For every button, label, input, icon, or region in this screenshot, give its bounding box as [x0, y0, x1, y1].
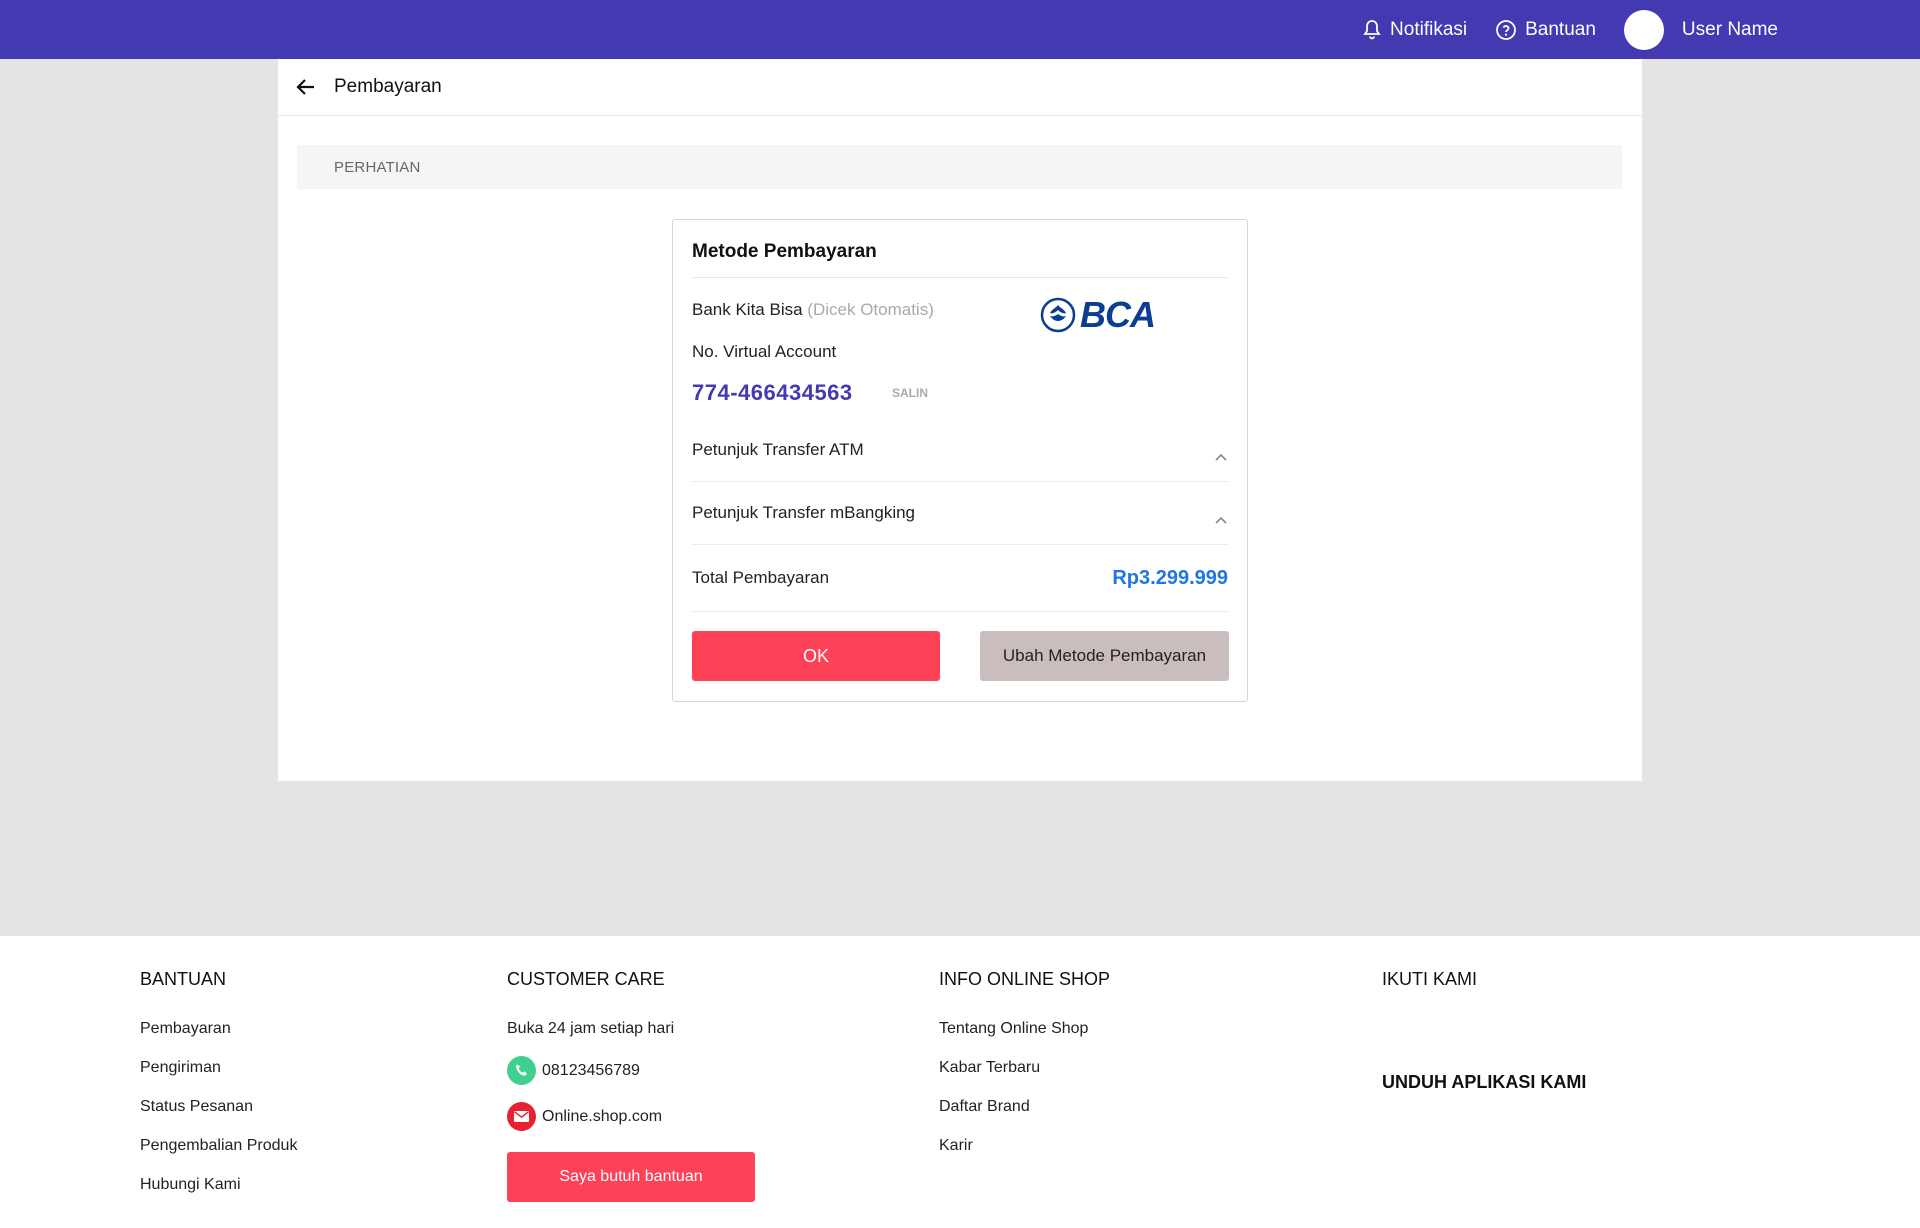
user-name: User Name [1681, 18, 1778, 40]
atm-guide-label: Petunjuk Transfer ATM [692, 440, 864, 459]
bell-icon [1363, 19, 1381, 39]
mail-icon [507, 1102, 536, 1131]
change-method-button[interactable]: Ubah Metode Pembayaran [980, 631, 1229, 681]
footer-link-news[interactable]: Kabar Terbaru [939, 1059, 1040, 1077]
help-label: Bantuan [1525, 18, 1596, 40]
user-menu[interactable]: User Name [1623, 9, 1778, 50]
footer-help-title: BANTUAN [140, 969, 227, 989]
bca-logo: BCA [1040, 294, 1156, 336]
notice-banner: PERHATIAN [297, 145, 1622, 189]
ok-button[interactable]: OK [692, 631, 940, 681]
total-label: Total Pembayaran [692, 568, 830, 587]
footer-link-returns[interactable]: Pengembalian Produk [140, 1137, 297, 1155]
notifications-link[interactable]: Notifikasi [1362, 19, 1467, 41]
footer-info-title: INFO ONLINE SHOP [939, 969, 1111, 989]
help-link[interactable]: Bantuan [1495, 19, 1596, 41]
back-button[interactable] [296, 78, 316, 96]
footer-link-contact[interactable]: Hubungi Kami [140, 1176, 241, 1194]
phone-icon [507, 1056, 536, 1085]
footer-help-column: BANTUAN [140, 936, 226, 995]
footer-download-column: UNDUH APLIKASI KAMI [1382, 1039, 1586, 1098]
total-amount: Rp3.299.999 [1112, 566, 1228, 589]
footer-link-careers[interactable]: Karir [939, 1137, 973, 1155]
footer-care-title: CUSTOMER CARE [507, 969, 665, 989]
bca-logo-text: BCA [1080, 294, 1156, 335]
chevron-up-icon [1215, 516, 1227, 524]
top-bar: Notifikasi Bantuan User Name [0, 0, 1920, 59]
avatar [1623, 9, 1664, 50]
footer-link-about[interactable]: Tentang Online Shop [939, 1020, 1088, 1038]
bank-note: (Dicek Otomatis) [807, 300, 934, 319]
bank-row: Bank Kita Bisa (Dicek Otomatis) [692, 300, 934, 320]
copy-button[interactable]: SALIN [892, 386, 928, 400]
footer-follow-title: IKUTI KAMI [1382, 969, 1478, 989]
back-arrow-icon [296, 79, 314, 95]
email-address: Online.shop.com [542, 1107, 663, 1125]
payment-method-heading: Metode Pembayaran [692, 220, 1228, 278]
payment-card: Pembayaran PERHATIAN Metode Pembayaran B… [278, 59, 1642, 781]
footer-link-shipping[interactable]: Pengiriman [140, 1059, 221, 1077]
mbanking-guide-label: Petunjuk Transfer mBangking [692, 503, 916, 522]
mbanking-guide-accordion[interactable]: Petunjuk Transfer mBangking [692, 482, 1228, 545]
help-circle-icon [1496, 19, 1517, 40]
need-help-button[interactable]: Saya butuh bantuan [507, 1152, 755, 1202]
footer-link-payment[interactable]: Pembayaran [140, 1020, 231, 1038]
page-title: Pembayaran [334, 76, 442, 97]
footer: BANTUAN Pembayaran Pengiriman Status Pes… [0, 936, 1920, 1228]
footer-link-brands[interactable]: Daftar Brand [939, 1098, 1030, 1116]
footer-link-order-status[interactable]: Status Pesanan [140, 1098, 253, 1116]
footer-download-title: UNDUH APLIKASI KAMI [1382, 1072, 1587, 1092]
va-number: 774-466434563 [692, 380, 853, 405]
notifications-label: Notifikasi [1390, 18, 1468, 40]
footer-info-column: INFO ONLINE SHOP [939, 936, 1110, 995]
va-label: No. Virtual Account [692, 342, 837, 361]
care-email[interactable]: Online.shop.com [507, 1102, 662, 1131]
bca-emblem-icon [1040, 297, 1076, 333]
care-phone[interactable]: 08123456789 [507, 1056, 640, 1085]
footer-follow-column: IKUTI KAMI [1382, 936, 1477, 995]
care-hours: Buka 24 jam setiap hari [507, 1020, 675, 1037]
payment-method-panel: Metode Pembayaran Bank Kita Bisa (Dicek … [672, 219, 1248, 702]
atm-guide-accordion[interactable]: Petunjuk Transfer ATM [692, 419, 1228, 482]
chevron-up-icon [1215, 453, 1227, 461]
phone-number: 08123456789 [542, 1061, 640, 1079]
bank-name: Bank Kita Bisa [692, 300, 803, 319]
footer-care-column: CUSTOMER CARE [507, 936, 665, 995]
total-row: Total Pembayaran Rp3.299.999 [692, 545, 1228, 612]
top-nav: Notifikasi Bantuan User Name [1334, 0, 1778, 59]
card-header: Pembayaran [278, 59, 1642, 116]
